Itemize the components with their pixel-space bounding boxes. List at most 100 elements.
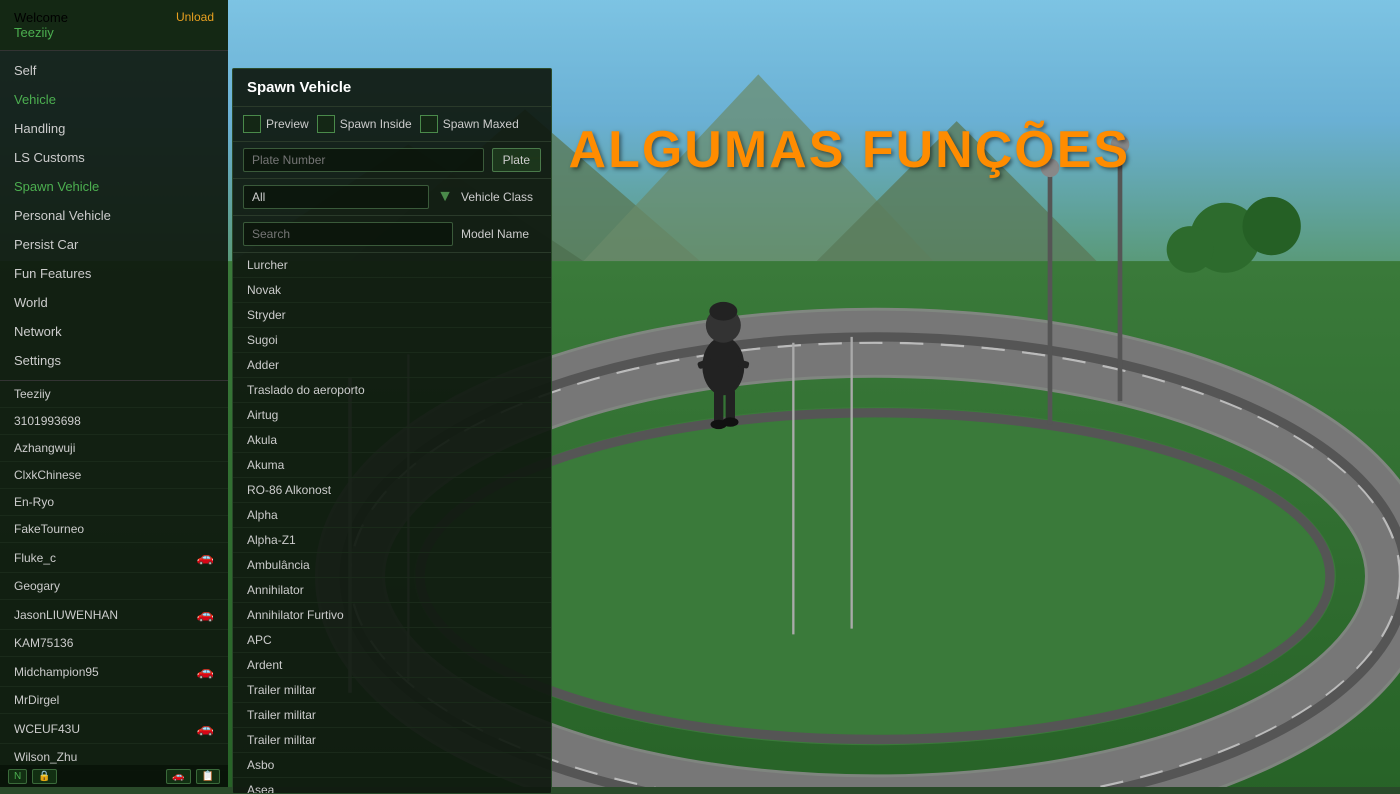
bottom-clipboard-icon: 📋 bbox=[196, 769, 220, 784]
preview-toggle-group: Preview bbox=[243, 115, 309, 133]
vehicle-icon: 🚗 bbox=[197, 663, 214, 680]
preview-label: Preview bbox=[266, 117, 309, 131]
model-name-label: Model Name bbox=[461, 227, 541, 241]
plate-row: Plate bbox=[233, 142, 551, 179]
vehicle-item-asbo[interactable]: Asbo bbox=[233, 753, 551, 778]
player-name: Midchampion95 bbox=[14, 665, 99, 679]
search-row: Model Name bbox=[233, 216, 551, 253]
sidebar-item-persist-car[interactable]: Persist Car bbox=[0, 230, 228, 259]
sidebar-item-personal-vehicle[interactable]: Personal Vehicle bbox=[0, 201, 228, 230]
vehicle-item-asea-1[interactable]: Asea bbox=[233, 778, 551, 793]
search-input[interactable] bbox=[243, 222, 453, 246]
vehicle-item-ambulancia[interactable]: Ambulância bbox=[233, 553, 551, 578]
spawn-controls: Preview Spawn Inside Spawn Maxed bbox=[233, 107, 551, 142]
player-jasonliuwenhan[interactable]: JasonLIUWENHAN 🚗 bbox=[0, 600, 228, 630]
welcome-text: Welcome bbox=[14, 10, 68, 25]
player-geogary[interactable]: Geogary bbox=[0, 573, 228, 600]
vehicle-class-select[interactable]: All bbox=[243, 185, 429, 209]
vehicle-item-stryder[interactable]: Stryder bbox=[233, 303, 551, 328]
player-name: WCEUF43U bbox=[14, 722, 80, 736]
player-3101993698[interactable]: 3101993698 bbox=[0, 408, 228, 435]
spawn-inside-checkbox[interactable] bbox=[317, 115, 335, 133]
bottom-vehicle-icon: 🚗 bbox=[166, 769, 190, 784]
player-name: 3101993698 bbox=[14, 414, 81, 428]
nav-menu: Self Vehicle Handling LS Customs Spawn V… bbox=[0, 51, 228, 381]
sidebar-item-vehicle[interactable]: Vehicle bbox=[0, 85, 228, 114]
plate-button[interactable]: Plate bbox=[492, 148, 541, 172]
sidebar-item-handling[interactable]: Handling bbox=[0, 114, 228, 143]
spawn-vehicle-panel: Spawn Vehicle Preview Spawn Inside Spawn… bbox=[232, 68, 552, 794]
player-midchampion95[interactable]: Midchampion95 🚗 bbox=[0, 657, 228, 687]
vehicle-item-apc[interactable]: APC bbox=[233, 628, 551, 653]
vehicle-icon: 🚗 bbox=[197, 720, 214, 737]
player-wceuf43u[interactable]: WCEUF43U 🚗 bbox=[0, 714, 228, 744]
vehicle-item-ardent[interactable]: Ardent bbox=[233, 653, 551, 678]
player-name: KAM75136 bbox=[14, 636, 73, 650]
player-name: JasonLIUWENHAN bbox=[14, 608, 118, 622]
sidebar-item-spawn-vehicle[interactable]: Spawn Vehicle bbox=[0, 172, 228, 201]
spawn-maxed-checkbox[interactable] bbox=[420, 115, 438, 133]
player-name: FakeTourneo bbox=[14, 522, 84, 536]
welcome-header: Welcome Unload Teeziiy bbox=[0, 0, 228, 51]
player-kam75136[interactable]: KAM75136 bbox=[0, 630, 228, 657]
vehicle-icon: 🚗 bbox=[197, 606, 214, 623]
player-teeziiy[interactable]: Teeziiy bbox=[0, 381, 228, 408]
vehicle-item-akuma[interactable]: Akuma bbox=[233, 453, 551, 478]
vehicle-item-akula[interactable]: Akula bbox=[233, 428, 551, 453]
player-clxkchinese[interactable]: ClxkChinese bbox=[0, 462, 228, 489]
vehicle-item-adder[interactable]: Adder bbox=[233, 353, 551, 378]
player-name: En-Ryo bbox=[14, 495, 54, 509]
overlay-text: ← ALGUMAS FUNÇÕES bbox=[500, 120, 1130, 180]
vehicle-item-trailer-militar-3[interactable]: Trailer militar bbox=[233, 728, 551, 753]
sidebar-item-ls-customs[interactable]: LS Customs bbox=[0, 143, 228, 172]
sidebar-item-network[interactable]: Network bbox=[0, 317, 228, 346]
vehicle-list: Lurcher Novak Stryder Sugoi Adder Trasla… bbox=[233, 253, 551, 793]
spawn-maxed-toggle-group: Spawn Maxed bbox=[420, 115, 519, 133]
spawn-inside-toggle-group: Spawn Inside bbox=[317, 115, 412, 133]
sidebar-item-self[interactable]: Self bbox=[0, 56, 228, 85]
vehicle-item-airtug[interactable]: Airtug bbox=[233, 403, 551, 428]
player-name: Fluke_c bbox=[14, 551, 56, 565]
player-fluke_c[interactable]: Fluke_c 🚗 bbox=[0, 543, 228, 573]
username-label: Teeziiy bbox=[14, 25, 54, 40]
vehicle-class-label: Vehicle Class bbox=[461, 190, 541, 204]
bottom-bar: N 🔒 🚗 📋 bbox=[0, 765, 228, 787]
player-mrdirgel[interactable]: MrDirgel bbox=[0, 687, 228, 714]
player-name: Teeziiy bbox=[14, 387, 51, 401]
bottom-lock-icon: 🔒 bbox=[32, 769, 56, 784]
vehicle-item-traslado[interactable]: Traslado do aeroporto bbox=[233, 378, 551, 403]
vehicle-item-trailer-militar-1[interactable]: Trailer militar bbox=[233, 678, 551, 703]
vehicle-item-annihilator-furtivo[interactable]: Annihilator Furtivo bbox=[233, 603, 551, 628]
vehicle-item-novak[interactable]: Novak bbox=[233, 278, 551, 303]
sidebar-item-settings[interactable]: Settings bbox=[0, 346, 228, 375]
vehicle-item-trailer-militar-2[interactable]: Trailer militar bbox=[233, 703, 551, 728]
player-name: Azhangwuji bbox=[14, 441, 75, 455]
dropdown-icon: ▼ bbox=[437, 188, 453, 206]
spawn-maxed-label: Spawn Maxed bbox=[443, 117, 519, 131]
plate-number-input[interactable] bbox=[243, 148, 484, 172]
vehicle-item-sugoi[interactable]: Sugoi bbox=[233, 328, 551, 353]
sidebar-left: Welcome Unload Teeziiy Self Vehicle Hand… bbox=[0, 0, 228, 787]
spawn-panel-title: Spawn Vehicle bbox=[233, 69, 551, 107]
bottom-n-icon: N bbox=[8, 769, 27, 784]
vehicle-item-alpha[interactable]: Alpha bbox=[233, 503, 551, 528]
vehicle-item-lurcher[interactable]: Lurcher bbox=[233, 253, 551, 278]
player-faketourneo[interactable]: FakeTourneo bbox=[0, 516, 228, 543]
vehicle-item-ro86[interactable]: RO-86 Alkonost bbox=[233, 478, 551, 503]
filter-row: All ▼ Vehicle Class bbox=[233, 179, 551, 216]
player-en-ryo[interactable]: En-Ryo bbox=[0, 489, 228, 516]
player-name: MrDirgel bbox=[14, 693, 59, 707]
vehicle-item-alpha-z1[interactable]: Alpha-Z1 bbox=[233, 528, 551, 553]
overlay-label: ALGUMAS FUNÇÕES bbox=[569, 121, 1131, 179]
spawn-inside-label: Spawn Inside bbox=[340, 117, 412, 131]
preview-checkbox[interactable] bbox=[243, 115, 261, 133]
unload-button[interactable]: Unload bbox=[176, 10, 214, 24]
player-name: Geogary bbox=[14, 579, 60, 593]
sidebar-item-world[interactable]: World bbox=[0, 288, 228, 317]
vehicle-item-annihilator[interactable]: Annihilator bbox=[233, 578, 551, 603]
player-name: ClxkChinese bbox=[14, 468, 81, 482]
player-azhangwuji[interactable]: Azhangwuji bbox=[0, 435, 228, 462]
player-name: Wilson_Zhu bbox=[14, 750, 77, 764]
player-list: Teeziiy 3101993698 Azhangwuji ClxkChines… bbox=[0, 381, 228, 787]
sidebar-item-fun-features[interactable]: Fun Features bbox=[0, 259, 228, 288]
